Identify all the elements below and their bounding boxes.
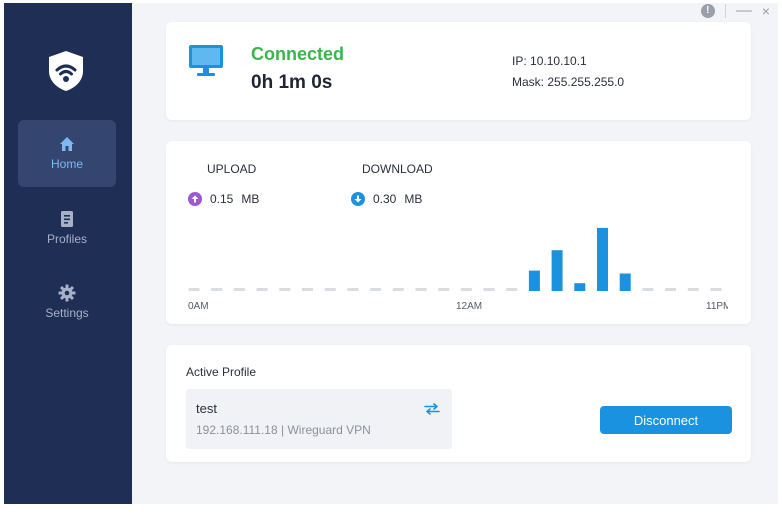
upload-stat: 0.15 MB (188, 192, 259, 206)
sidebar-item-label: Home (50, 157, 83, 171)
traffic-bar-idle (370, 288, 382, 291)
download-stat: 0.30 MB (351, 192, 422, 206)
traffic-bar (528, 270, 540, 291)
download-unit: MB (404, 192, 423, 206)
traffic-bar-idle (642, 288, 654, 291)
download-arrow-icon (351, 192, 365, 206)
traffic-bar-idle (438, 288, 450, 291)
ip-value: 10.10.10.1 (530, 54, 587, 68)
traffic-bar (619, 273, 631, 291)
app-window: Home Profiles Settings ! — × Connected 0… (4, 3, 778, 504)
profile-address: 192.168.111.18 (196, 423, 278, 437)
window-controls-divider (724, 4, 726, 18)
traffic-card: UPLOAD DOWNLOAD 0.15 MB 0.30 MB 0AM 12AM 1… (166, 141, 751, 324)
upload-label: UPLOAD (207, 162, 257, 176)
profile-name: test (196, 401, 217, 416)
sidebar: Home Profiles Settings (4, 3, 132, 504)
sidebar-item-home[interactable]: Home (18, 120, 116, 187)
traffic-bar-idle (687, 288, 699, 291)
traffic-bar (597, 227, 608, 291)
active-profile-card: Active Profile test 192.168.111.18 | Wir… (166, 345, 751, 462)
traffic-bar-idle (665, 288, 677, 291)
disconnect-button[interactable]: Disconnect (600, 406, 732, 434)
active-profile-title: Active Profile (186, 365, 257, 379)
ip-row: IP: 10.10.10.1 (512, 54, 587, 68)
sidebar-item-settings[interactable]: Settings (18, 269, 116, 336)
traffic-bar (574, 283, 586, 291)
info-icon[interactable]: ! (700, 4, 715, 18)
gear-icon (58, 284, 76, 302)
traffic-bar (551, 250, 563, 291)
x-tick-label: 0AM (188, 301, 209, 312)
traffic-bar-idle (347, 288, 359, 291)
profile-separator: | (280, 423, 285, 437)
mask-value: 255.255.255.0 (547, 75, 625, 89)
app-logo-shield-icon (49, 51, 83, 91)
traffic-bar-idle (211, 288, 223, 291)
window-controls: ! — × (700, 3, 770, 19)
minimize-button[interactable]: — (736, 3, 752, 19)
x-tick-label: 12AM (456, 301, 482, 312)
connection-status-card: Connected 0h 1m 0s IP: 10.10.10.1 Mask: … (166, 22, 751, 120)
ip-label: IP: (512, 54, 527, 68)
traffic-chart: 0AM 12AM 11PM (188, 227, 728, 312)
upload-value: 0.15 (210, 192, 234, 206)
upload-arrow-icon (188, 192, 202, 206)
traffic-bar-idle (460, 288, 472, 291)
traffic-bar-idle (392, 288, 404, 291)
home-icon (60, 137, 74, 151)
connection-state: Connected (251, 44, 345, 64)
traffic-bar-idle (710, 288, 722, 291)
download-value: 0.30 (373, 192, 397, 206)
switch-profile-icon[interactable] (424, 403, 440, 415)
traffic-bar-idle (483, 288, 495, 291)
upload-unit: MB (241, 192, 260, 206)
connection-duration: 0h 1m 0s (251, 72, 333, 93)
download-label: DOWNLOAD (362, 162, 433, 176)
mask-row: Mask: 255.255.255.0 (512, 75, 624, 89)
profile-meta: 192.168.111.18 | Wireguard VPN (196, 423, 371, 437)
traffic-bar-idle (233, 288, 245, 291)
sidebar-item-profiles[interactable]: Profiles (18, 195, 116, 262)
traffic-bar-idle (279, 288, 291, 291)
traffic-bar-idle (415, 288, 427, 291)
x-tick-label: 11PM (706, 301, 728, 312)
traffic-bar-idle (302, 288, 313, 291)
profile-doc-icon (61, 211, 73, 227)
monitor-icon (189, 45, 223, 76)
traffic-bar-idle (256, 288, 268, 291)
close-button[interactable]: × (762, 4, 770, 18)
mask-label: Mask: (512, 75, 545, 89)
sidebar-item-label: Profiles (46, 232, 87, 246)
active-profile-box: test 192.168.111.18 | Wireguard VPN (186, 389, 452, 449)
traffic-bar-idle (324, 288, 336, 291)
sidebar-item-label: Settings (45, 306, 89, 320)
traffic-bar-idle (506, 288, 518, 291)
profile-type: Wireguard VPN (287, 423, 371, 437)
traffic-bar-idle (188, 288, 200, 291)
